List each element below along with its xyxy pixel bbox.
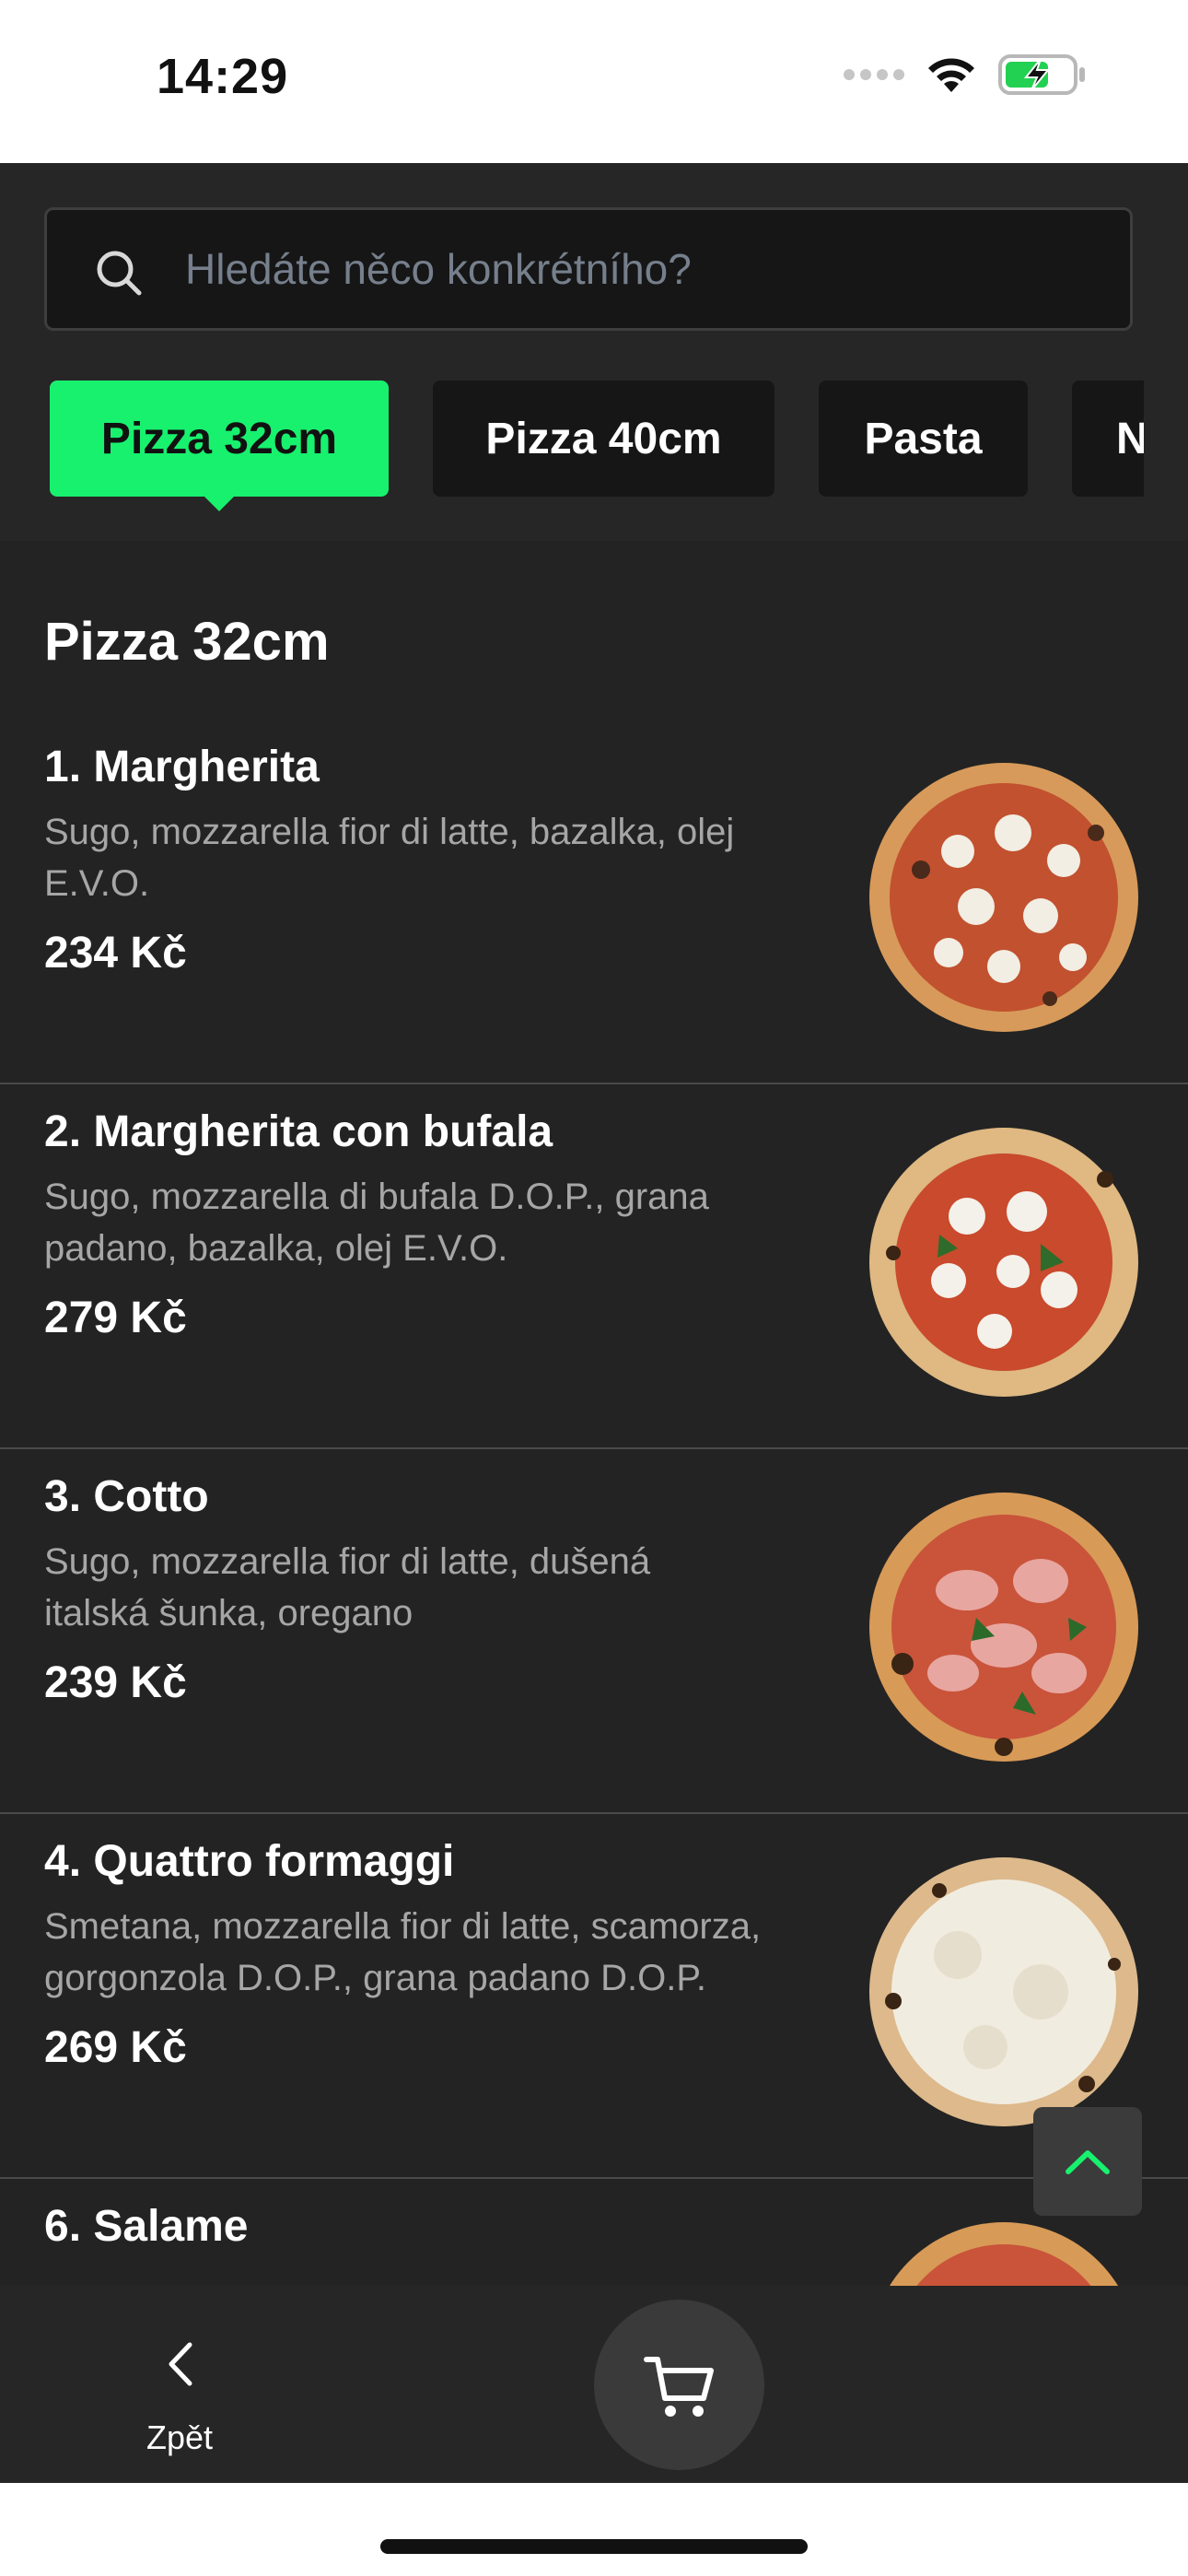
item-name: 2. Margherita con bufala: [44, 1107, 553, 1156]
app-screen: Pizza 32cm Pizza 40cm Pasta N Pizza 32cm…: [0, 163, 1188, 2483]
item-price: 269 Kč: [44, 2023, 187, 2072]
item-description-line-2: gorgonzola D.O.P., grana padano D.O.P.: [44, 1958, 707, 1998]
menu-item-margherita-con-bufala[interactable]: 2. Margherita con bufala Sugo, mozzarell…: [0, 1084, 1188, 1449]
item-description-line-1: Sugo, mozzarella fior di latte, bazalka,…: [44, 812, 735, 852]
item-name: 4. Quattro formaggi: [44, 1837, 455, 1886]
status-icons: [844, 53, 1087, 96]
cart-icon: [643, 2356, 714, 2417]
item-name: 3. Cotto: [44, 1472, 209, 1521]
bottom-navigation: Zpět: [0, 2286, 1188, 2483]
back-button[interactable]: Zpět: [111, 2286, 249, 2483]
item-price: 279 Kč: [44, 1294, 187, 1342]
search-icon: [97, 251, 142, 296]
battery-charging-icon: [998, 54, 1085, 95]
tab-pizza-40cm[interactable]: Pizza 40cm: [433, 381, 775, 497]
category-tabs: Pizza 32cm Pizza 40cm Pasta N: [0, 381, 1144, 514]
pizza-quattro-formaggi-image: [869, 1857, 1138, 2126]
item-description-line-2: E.V.O.: [44, 863, 150, 904]
menu-item-cotto[interactable]: 3. Cotto Sugo, mozzarella fior di latte,…: [0, 1449, 1188, 1814]
menu-item-margherita[interactable]: 1. Margherita Sugo, mozzarella fior di l…: [0, 720, 1188, 1084]
pizza-margherita-image: [869, 763, 1138, 1032]
tab-next-category[interactable]: N: [1072, 381, 1144, 497]
status-time: 14:29: [157, 49, 289, 104]
pizza-bufala-image: [869, 1128, 1138, 1397]
chevron-up-icon: [1066, 2150, 1110, 2174]
item-description-line-1: Sugo, mozzarella di bufala D.O.P., grana: [44, 1177, 709, 1217]
pizza-cotto-image: [869, 1493, 1138, 1762]
cart-button[interactable]: [594, 2300, 764, 2470]
item-description-line-2: padano, bazalka, olej E.V.O.: [44, 1228, 508, 1269]
item-description-line-1: Smetana, mozzarella fior di latte, scamo…: [44, 1906, 762, 1947]
item-price: 239 Kč: [44, 1658, 187, 1707]
home-indicator-area: [0, 2483, 1188, 2576]
search-input[interactable]: [185, 210, 1106, 328]
section-title: Pizza 32cm: [44, 612, 330, 672]
item-name: 6. Salame: [44, 2202, 249, 2251]
search-bar[interactable]: [44, 207, 1133, 331]
cellular-signal-icon: [844, 69, 904, 80]
scroll-to-top-button[interactable]: [1033, 2107, 1142, 2216]
item-price: 234 Kč: [44, 929, 187, 978]
wifi-icon: [928, 58, 974, 92]
status-bar: 14:29: [0, 0, 1188, 163]
item-description-line-1: Sugo, mozzarella fior di latte, dušená: [44, 1541, 651, 1582]
item-name: 1. Margherita: [44, 743, 320, 791]
chevron-left-icon: [169, 2342, 192, 2386]
back-label: Zpět: [146, 2418, 214, 2456]
tab-pasta[interactable]: Pasta: [819, 381, 1028, 497]
menu-item-quattro-formaggi[interactable]: 4. Quattro formaggi Smetana, mozzarella …: [0, 1814, 1188, 2179]
home-indicator[interactable]: [380, 2539, 808, 2554]
tab-pizza-32cm[interactable]: Pizza 32cm: [50, 381, 389, 511]
item-description-line-2: italská šunka, oregano: [44, 1593, 413, 1633]
